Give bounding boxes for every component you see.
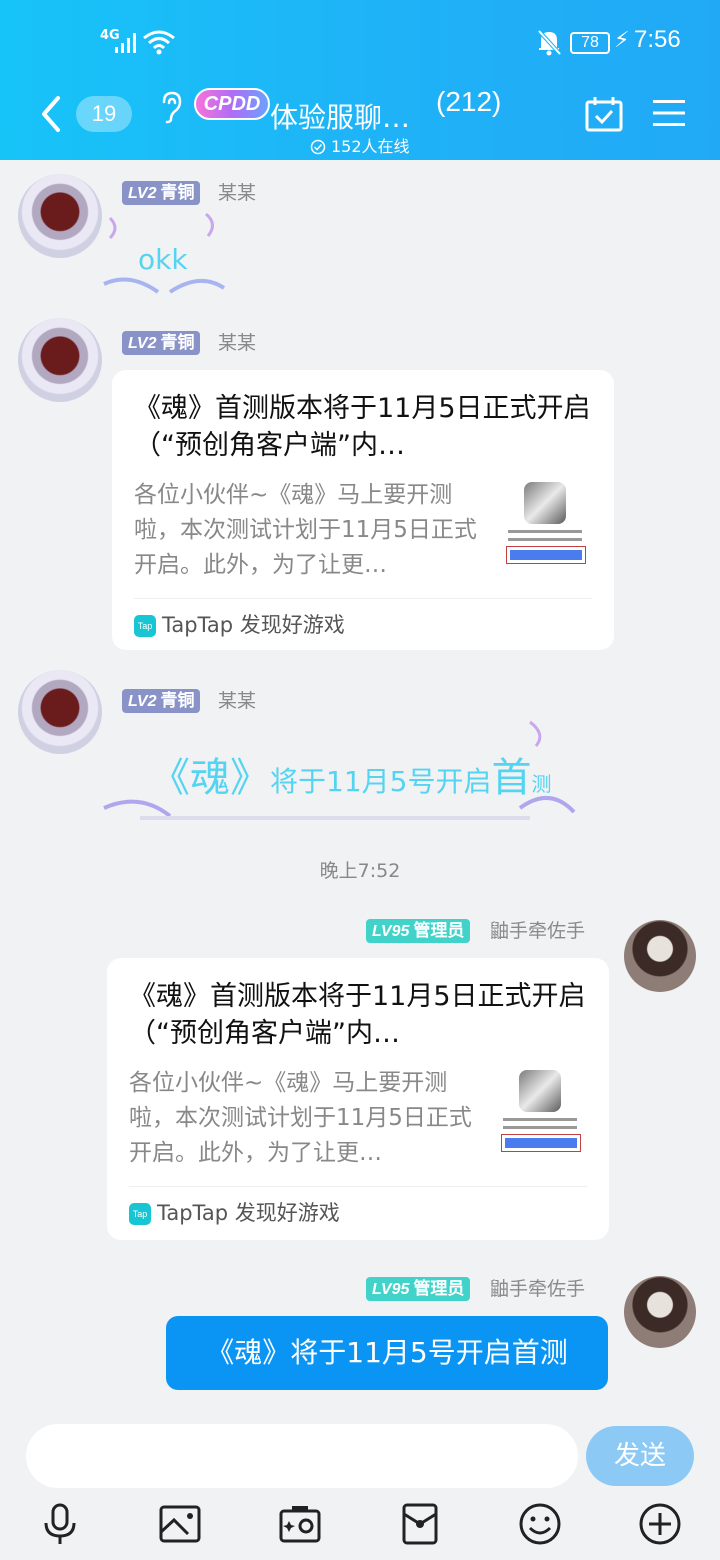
level-badge: LV2 青铜 — [122, 331, 201, 355]
wifi-icon — [143, 30, 175, 55]
group-title[interactable]: 体验服聊… — [270, 98, 410, 138]
member-count: (212) — [436, 86, 502, 117]
message-text[interactable]: okk — [138, 242, 188, 278]
calendar-check-icon[interactable] — [584, 96, 624, 132]
send-button[interactable]: 发送 — [586, 1426, 694, 1486]
sender-name: 鼬手牵佐手 — [490, 1278, 586, 1300]
card-thumbnail — [502, 480, 588, 568]
link-card[interactable]: 《魂》首测版本将于11月5日正式开启（“预创角客户端”内… 各位小伙伴~《魂》马… — [112, 370, 614, 650]
red-packet-icon[interactable] — [398, 1502, 442, 1546]
menu-icon[interactable] — [652, 98, 686, 128]
composer-bar: 发送 — [0, 1408, 720, 1560]
emoji-icon[interactable] — [518, 1502, 562, 1546]
game-icon — [519, 1070, 561, 1112]
online-check-icon — [310, 139, 326, 155]
sender-name: 某某 — [218, 182, 257, 204]
level-badge: LV2 青铜 — [122, 181, 201, 205]
camera-icon[interactable] — [278, 1502, 322, 1546]
level-badge: LV2 青铜 — [122, 689, 201, 713]
unread-count-badge[interactable]: 19 — [76, 96, 132, 132]
image-icon[interactable] — [158, 1502, 202, 1546]
charging-icon: ⚡ — [614, 28, 630, 53]
online-count: 152人在线 — [331, 137, 410, 156]
card-description: 各位小伙伴~《魂》马上要开测啦，本次测试计划于11月5日正式开启。此外，为了让更… — [129, 1070, 472, 1166]
message-input[interactable] — [26, 1424, 578, 1488]
clock: 7:56 — [634, 26, 681, 53]
taptap-icon: Tap — [134, 615, 156, 637]
sender-name: 某某 — [218, 332, 257, 354]
taptap-icon: Tap — [129, 1203, 151, 1225]
ear-icon[interactable] — [156, 90, 184, 124]
sender-name: 鼬手牵佐手 — [490, 920, 586, 942]
card-source: TapTap 发现好游戏 — [157, 1201, 340, 1225]
card-title: 《魂》首测版本将于11月5日正式开启（“预创角客户端”内… — [129, 981, 586, 1049]
avatar[interactable] — [18, 174, 102, 258]
mute-bell-icon — [537, 29, 562, 56]
avatar[interactable] — [624, 920, 696, 992]
admin-badge: LV95 管理员 — [366, 919, 471, 943]
timestamp: 晚上7:52 — [319, 860, 401, 882]
avatar[interactable] — [18, 318, 102, 402]
chat-header: 4G 78 ⚡ 7:56 19 CPDD 体验服聊… (212) 152人在线 — [0, 0, 720, 160]
plus-icon[interactable] — [638, 1502, 682, 1546]
status-bar: 4G 78 ⚡ 7:56 — [0, 22, 720, 62]
mic-icon[interactable] — [38, 1502, 82, 1546]
card-thumbnail — [497, 1068, 583, 1156]
signal-icon — [115, 33, 136, 53]
avatar[interactable] — [624, 1276, 696, 1348]
card-source: TapTap 发现好游戏 — [162, 613, 345, 637]
admin-badge: LV95 管理员 — [366, 1277, 471, 1301]
avatar[interactable] — [18, 670, 102, 754]
card-title: 《魂》首测版本将于11月5日正式开启（“预创角客户端”内… — [134, 393, 591, 461]
battery-indicator: 78 — [570, 32, 610, 54]
link-card[interactable]: 《魂》首测版本将于11月5日正式开启（“预创角客户端”内… 各位小伙伴~《魂》马… — [107, 958, 609, 1240]
styled-message[interactable]: 《魂》将于11月5号开启首测 — [150, 756, 551, 806]
game-icon — [524, 482, 566, 524]
message-bubble[interactable]: 《魂》将于11月5号开启首测 — [166, 1316, 608, 1390]
card-description: 各位小伙伴~《魂》马上要开测啦，本次测试计划于11月5日正式开启。此外，为了让更… — [134, 482, 477, 578]
sender-name: 某某 — [218, 690, 257, 712]
group-logo: CPDD — [194, 88, 270, 120]
back-arrow-icon[interactable] — [34, 92, 68, 136]
